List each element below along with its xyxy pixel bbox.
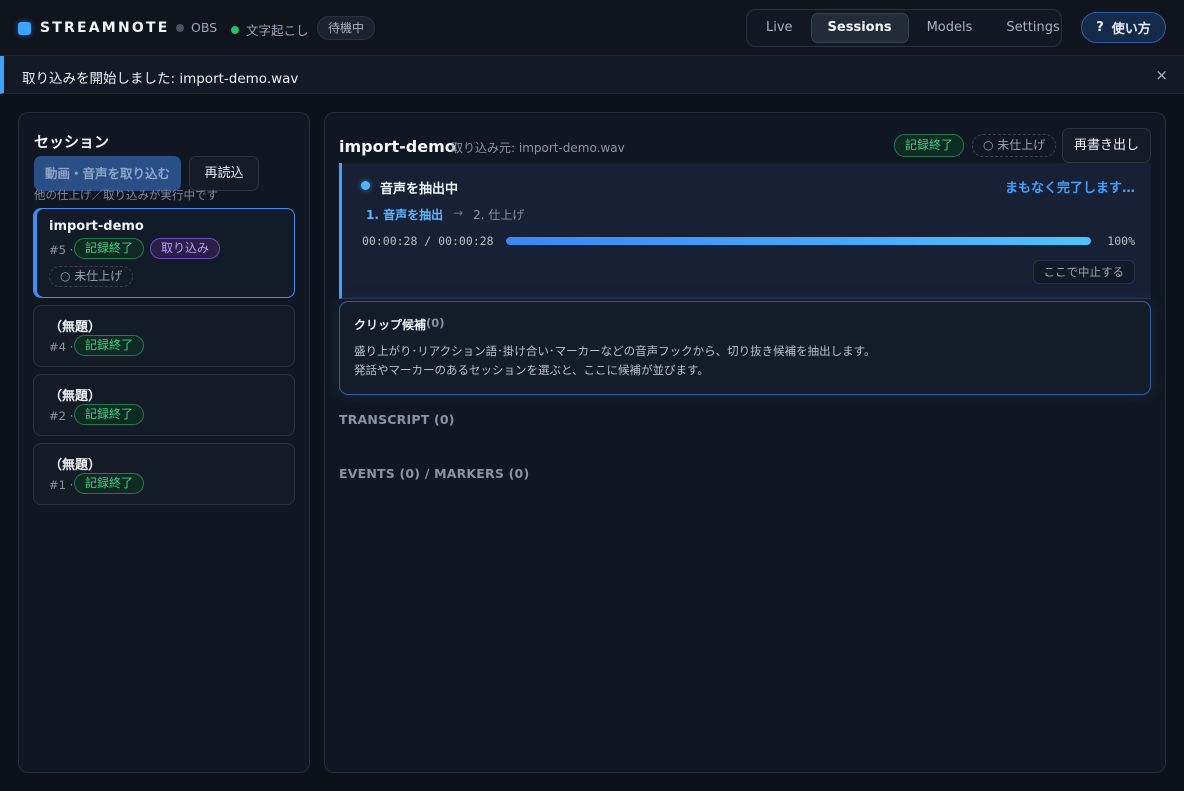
progress-percent: 100% xyxy=(1107,234,1135,248)
transcript-heading[interactable]: TRANSCRIPT (0) xyxy=(339,412,455,427)
unfinished-badge: ○ 未仕上げ xyxy=(49,266,134,287)
status-badge: 記録終了 xyxy=(894,134,965,157)
reload-button[interactable]: 再読込 xyxy=(189,156,259,191)
tab-sessions[interactable]: Sessions xyxy=(810,13,909,43)
status-badge: 記録終了 xyxy=(74,404,145,425)
transcription-status: 文字起こし xyxy=(231,20,309,39)
brand: STREAMNOTE xyxy=(18,20,169,36)
progress-title: 音声を抽出中 xyxy=(380,182,459,197)
session-title: （無題） xyxy=(49,320,102,335)
progress-bar-fill xyxy=(506,237,1091,245)
obs-status-dot-icon xyxy=(176,23,184,32)
session-number: #5 · xyxy=(49,243,74,257)
session-number: #1 · xyxy=(49,478,74,492)
status-badge: 記録終了 xyxy=(74,238,145,259)
session-item-5[interactable]: import-demo #5 · 記録終了 取り込み ○ 未仕上げ xyxy=(33,208,295,298)
step-extract-audio: 1. 音声を抽出 xyxy=(366,208,444,222)
help-icon: ? xyxy=(1096,20,1104,35)
banner-message: 取り込みを開始しました: import-demo.wav xyxy=(22,71,299,87)
tab-live[interactable]: Live xyxy=(750,13,809,43)
session-sidebar: セッション 動画・音声を取り込む 再読込 他の仕上げ／取り込みが実行中です im… xyxy=(18,112,310,773)
close-icon[interactable]: × xyxy=(1155,66,1168,84)
status-badge: 記録終了 xyxy=(74,335,145,356)
progress-panel: 音声を抽出中 まもなく完了します… 1. 音声を抽出 → 2. 仕上げ 00:0… xyxy=(339,163,1151,299)
session-number: #2 · xyxy=(49,409,74,423)
brand-name: STREAMNOTE xyxy=(40,20,170,36)
progress-bar xyxy=(506,237,1091,245)
stop-here-button[interactable]: ここで中止する xyxy=(1032,260,1135,284)
session-title: import-demo xyxy=(49,219,144,234)
sidebar-title: セッション xyxy=(34,133,110,151)
top-bar: STREAMNOTE OBS 文字起こし 待機中 Live Sessions M… xyxy=(0,0,1184,56)
progress-steps: 1. 音声を抽出 → 2. 仕上げ xyxy=(366,206,524,223)
re-export-button[interactable]: 再書き出し xyxy=(1062,128,1151,163)
tab-models[interactable]: Models xyxy=(911,13,989,43)
transcription-status-label: 文字起こし xyxy=(246,23,309,38)
transcription-status-dot-icon xyxy=(231,25,239,34)
session-title: （無題） xyxy=(49,458,102,473)
obs-status-label: OBS xyxy=(191,20,218,35)
main-nav: Live Sessions Models Settings xyxy=(746,9,1062,47)
clip-candidates-panel: クリップ候補 (0) 盛り上がり･リアクション語･掛け合い･マーカーなどの音声フ… xyxy=(339,301,1151,395)
session-detail: import-demo 取り込み元: import-demo.wav 記録終了 … xyxy=(324,112,1166,773)
tab-settings[interactable]: Settings xyxy=(990,13,1075,43)
session-item-2[interactable]: （無題） #2 · 記録終了 xyxy=(33,374,295,436)
import-badge: 取り込み xyxy=(150,238,221,259)
session-detail-title: import-demo xyxy=(339,137,456,156)
clip-hint: 発話やマーカーのあるセッションを選ぶと、ここに候補が並びます。 xyxy=(354,363,709,377)
session-number: #4 · xyxy=(49,340,74,354)
clip-candidates-count: (0) xyxy=(426,316,445,330)
events-markers-heading[interactable]: EVENTS (0) / MARKERS (0) xyxy=(339,466,529,481)
session-title: （無題） xyxy=(49,389,102,404)
help-button[interactable]: ? 使い方 xyxy=(1081,12,1166,43)
arrow-right-icon: → xyxy=(453,206,464,220)
obs-status: OBS xyxy=(176,20,217,35)
session-item-1[interactable]: （無題） #1 · 記録終了 xyxy=(33,443,295,505)
notification-banner: 取り込みを開始しました: import-demo.wav × xyxy=(0,56,1184,94)
progress-time: 00:00:28 / 00:00:28 xyxy=(362,234,494,248)
state-pill: 待機中 xyxy=(317,16,376,40)
progress-indicator-dot-icon xyxy=(361,181,370,190)
busy-note: 他の仕上げ／取り込みが実行中です xyxy=(34,188,218,202)
import-source: 取り込み元: import-demo.wav xyxy=(451,141,625,155)
clip-candidates-title: クリップ候補 xyxy=(354,318,427,332)
brand-logo-icon xyxy=(18,21,31,35)
unfinished-badge: ○ 未仕上げ xyxy=(972,134,1057,157)
step-finish: 2. 仕上げ xyxy=(473,208,525,222)
status-badge: 記録終了 xyxy=(74,473,145,494)
clip-description: 盛り上がり･リアクション語･掛け合い･マーカーなどの音声フックから、切り抜き候補… xyxy=(354,344,876,358)
import-media-button[interactable]: 動画・音声を取り込む xyxy=(34,156,181,191)
help-label: 使い方 xyxy=(1111,22,1151,37)
session-item-4[interactable]: （無題） #4 · 記録終了 xyxy=(33,305,295,367)
progress-eta: まもなく完了します… xyxy=(1004,181,1135,196)
